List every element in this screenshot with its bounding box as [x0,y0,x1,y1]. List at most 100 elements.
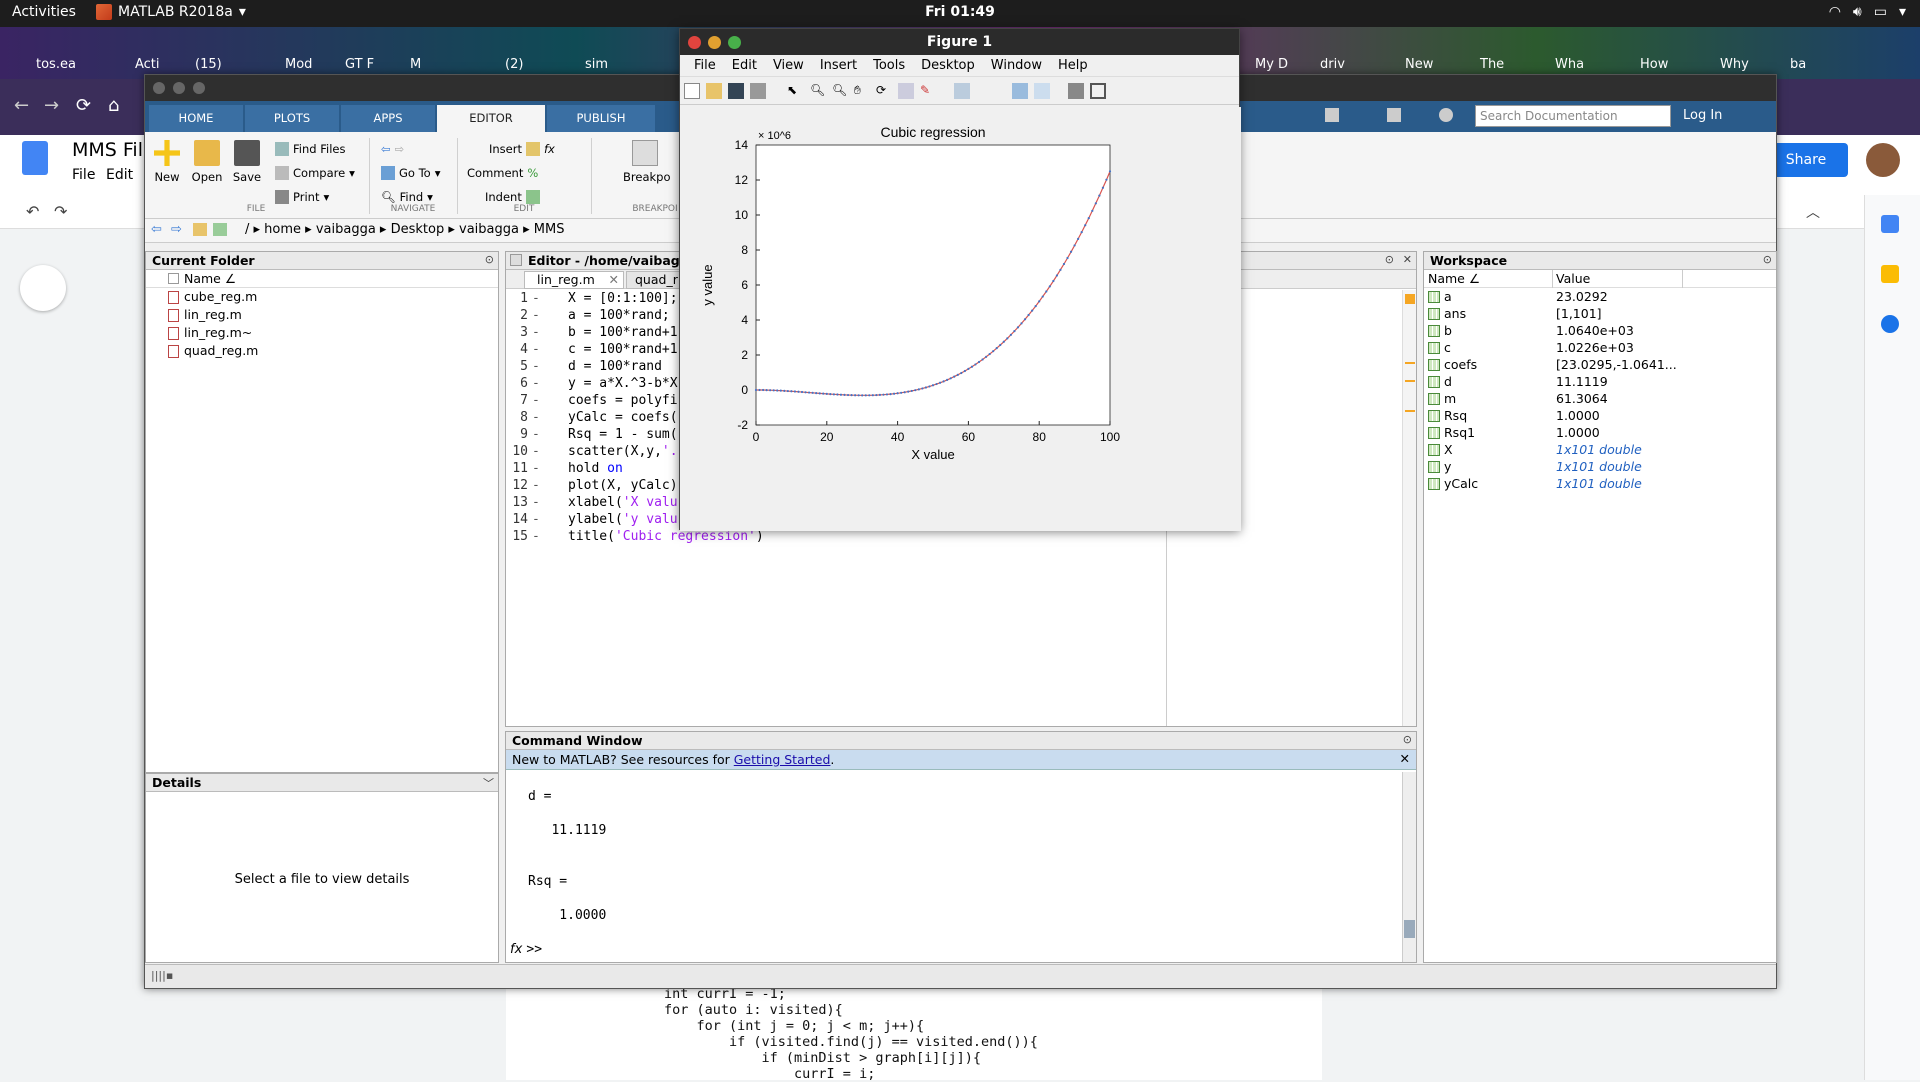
chevron-down-icon[interactable]: ﹀ [483,775,494,791]
find-files-button[interactable]: Find Files [275,142,345,156]
open-icon[interactable] [706,83,722,99]
menu-desktop[interactable]: Desktop [913,55,983,76]
breadcrumb-mms[interactable]: MMS [534,222,565,237]
save-button[interactable]: Save [229,140,265,184]
zoom-out-icon[interactable]: 🔍︎ [832,83,848,99]
login-link[interactable]: Log In [1683,108,1722,123]
browser-tab[interactable]: tos.ea [36,57,76,79]
maximize-button[interactable] [728,36,741,49]
comment-button[interactable]: Comment% [467,166,538,180]
link-icon[interactable] [954,83,970,99]
warning-marker[interactable] [1405,362,1415,364]
up-folder-icon[interactable] [193,223,207,236]
workspace-variable[interactable]: c 1.0226e+03 [1424,339,1776,356]
breakpoint-gutter[interactable]: - [532,307,540,324]
open-button[interactable]: Open [189,140,225,184]
breakpoint-gutter[interactable]: - [532,528,540,545]
workspace-variable[interactable]: ans [1,101] [1424,305,1776,322]
new-button[interactable]: New [149,140,185,184]
undo-icon[interactable] [1387,108,1401,122]
menu-view[interactable]: View [765,55,812,76]
column-header[interactable]: Name ∠ [146,270,498,288]
breakpoint-gutter[interactable]: - [532,358,540,375]
prompt-line[interactable]: fx >> [510,942,542,957]
rotate-icon[interactable]: ⟳ [876,83,892,99]
breakpoint-gutter[interactable]: - [532,324,540,341]
close-icon[interactable]: ✕ [1400,751,1410,766]
editor-tab-lin-reg[interactable]: lin_reg.m ✕ [524,271,624,289]
workspace-variable[interactable]: b 1.0640e+03 [1424,322,1776,339]
tab-publish[interactable]: PUBLISH [547,105,655,132]
breakpoint-gutter[interactable]: - [532,341,540,358]
pan-icon[interactable]: ✋︎ [854,83,870,99]
save-icon[interactable] [1325,108,1339,122]
print-icon[interactable] [750,83,766,99]
tab-editor[interactable]: EDITOR [437,105,545,132]
menu-insert[interactable]: Insert [812,55,865,76]
browse-icon[interactable] [213,223,227,236]
scroll-thumb[interactable] [1404,920,1415,938]
menu-tools[interactable]: Tools [865,55,913,76]
panel-menu-icon[interactable]: ⊙ [1385,253,1394,266]
breakpoint-gutter[interactable]: - [532,494,540,511]
back-button[interactable]: ⇦ ⇨ [381,142,404,156]
brush-icon[interactable]: ✎ [920,83,936,99]
breakpoint-gutter[interactable]: - [532,426,540,443]
menu-file[interactable]: File [686,55,724,76]
breakpoints-button[interactable]: Breakpo [623,140,670,184]
print-button[interactable]: Print ▾ [275,190,329,204]
tab-plots[interactable]: PLOTS [245,105,339,132]
menu-help[interactable]: Help [1050,55,1096,76]
col-value[interactable]: Value [1556,271,1590,286]
tasks-icon[interactable] [1881,315,1899,333]
zoom-in-icon[interactable]: 🔍︎ [810,83,826,99]
getting-started-link[interactable]: Getting Started [734,752,831,767]
workspace-variable[interactable]: Rsq1 1.0000 [1424,424,1776,441]
breakpoint-gutter[interactable]: - [532,375,540,392]
minimize-button[interactable] [173,82,185,94]
data-cursor-icon[interactable] [898,83,914,99]
breadcrumb-vaibagga[interactable]: vaibagga [316,222,376,237]
file-item[interactable]: lin_reg.m [146,306,498,324]
breakpoint-gutter[interactable]: - [532,511,540,528]
minimize-button[interactable] [708,36,721,49]
tab-apps[interactable]: APPS [341,105,435,132]
find-button[interactable]: 🔍︎ Find ▾ [381,190,433,204]
breakpoint-gutter[interactable]: - [532,409,540,426]
doc-title[interactable]: MMS File [72,139,155,161]
system-tray[interactable]: ◠ 🔊︎ ▭ ▾ [1829,4,1906,20]
close-button[interactable] [153,82,165,94]
panel-menu-icon[interactable]: ⊙ [1403,733,1412,746]
compare-button[interactable]: Compare ▾ [275,166,355,180]
colorbar-icon[interactable] [1012,83,1028,99]
legend-icon[interactable] [1034,83,1050,99]
browser-tab[interactable]: ba [1790,57,1806,79]
col-name[interactable]: Name ∠ [1428,271,1480,286]
workspace-variable[interactable]: d 11.1119 [1424,373,1776,390]
docs-menu-file[interactable]: File [72,167,95,183]
pointer-icon[interactable]: ⬉ [784,83,800,99]
insert-button[interactable]: Insert fx [489,142,555,156]
search-documentation-input[interactable]: Search Documentation [1475,105,1671,127]
file-item[interactable]: cube_reg.m [146,288,498,306]
new-figure-icon[interactable] [684,83,700,99]
editor-tab-quad-reg[interactable]: quad_r [626,271,686,289]
workspace-variable[interactable]: coefs [23.0295,-1.0641... [1424,356,1776,373]
avatar[interactable] [1866,143,1900,177]
breakpoint-gutter[interactable]: - [532,290,540,307]
menu-edit[interactable]: Edit [724,55,765,76]
plot-area[interactable]: 0 20 40 60 80 100 -2 0 2 4 6 8 10 12 14 × 10^6 Cubic reg… [680,107,1241,531]
breakpoint-gutter[interactable]: - [532,477,540,494]
reload-icon[interactable]: ⟳ [76,95,91,116]
forward-icon[interactable]: → [44,95,59,116]
breakpoint-gutter[interactable]: - [532,460,540,477]
close-icon[interactable]: ✕ [1403,253,1412,266]
warning-marker[interactable] [1405,410,1415,412]
redo-icon[interactable]: ↷ [54,202,67,221]
warning-marker[interactable] [1405,380,1415,382]
workspace-variable[interactable]: X 1x101 double [1424,441,1776,458]
panel-menu-icon[interactable]: ⊙ [485,253,494,266]
close-icon[interactable]: ✕ [609,272,619,287]
breadcrumb-vaibagga2[interactable]: vaibagga [459,222,519,237]
tab-home[interactable]: HOME [149,105,243,132]
